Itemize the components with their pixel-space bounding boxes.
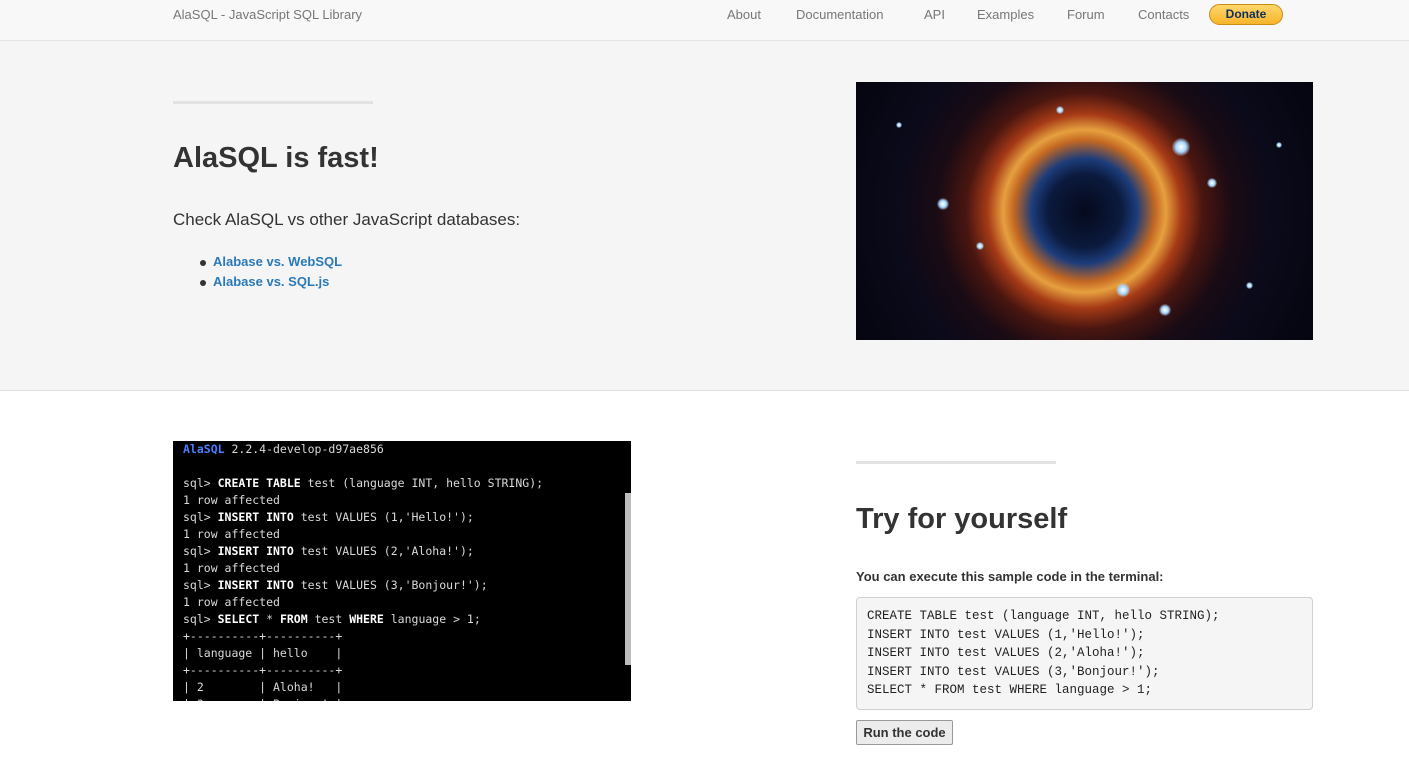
terminal-line: | 2 | Aloha! | xyxy=(183,680,343,694)
terminal-line: sql> INSERT INTO test VALUES (2,'Aloha!'… xyxy=(183,544,474,558)
star xyxy=(1276,142,1282,148)
donate-button[interactable]: Donate xyxy=(1209,4,1283,25)
terminal-line: sql> CREATE TABLE test (language INT, he… xyxy=(183,476,544,490)
terminal-line: sql> INSERT INTO test VALUES (1,'Hello!'… xyxy=(183,510,474,524)
nav-examples[interactable]: Examples xyxy=(977,7,1034,22)
run-code-button[interactable]: Run the code xyxy=(856,720,953,745)
terminal-line: | 3 | Bonjour! | xyxy=(183,696,342,701)
try-hint: You can execute this sample code in the … xyxy=(856,569,1164,584)
star xyxy=(1116,283,1130,297)
section-divider xyxy=(856,461,1056,464)
nav-api[interactable]: API xyxy=(924,7,945,22)
hero-title: AlaSQL is fast! xyxy=(173,142,379,174)
terminal-window: AlaSQL 2.2.4-develop-d97ae856 sql> CREAT… xyxy=(173,441,631,701)
terminal-line: | language | hello | xyxy=(183,646,343,660)
comparison-links: Alabase vs. WebSQL Alabase vs. SQL.js xyxy=(199,252,342,292)
star xyxy=(1172,138,1190,156)
nebula-image xyxy=(856,82,1313,340)
top-navbar: AlaSQL - JavaScript SQL Library About Do… xyxy=(0,0,1409,41)
star xyxy=(976,242,984,250)
star xyxy=(896,122,902,128)
hero-section: AlaSQL is fast! Check AlaSQL vs other Ja… xyxy=(0,41,1409,391)
code-line: INSERT INTO test VALUES (3,'Bonjour!'); xyxy=(867,664,1160,679)
star xyxy=(1207,178,1217,188)
try-title: Try for yourself xyxy=(856,503,1068,535)
link-sqljs[interactable]: Alabase vs. SQL.js xyxy=(199,272,342,292)
star xyxy=(1159,304,1171,316)
section-divider xyxy=(173,101,373,104)
nav-documentation[interactable]: Documentation xyxy=(796,7,883,22)
terminal-line: +----------+----------+ xyxy=(183,629,343,643)
terminal-line: 1 row affected xyxy=(183,527,280,541)
nav-about[interactable]: About xyxy=(727,7,761,22)
nav-contacts[interactable]: Contacts xyxy=(1138,7,1189,22)
terminal-line: +----------+----------+ xyxy=(183,663,343,677)
terminal-scrollbar[interactable] xyxy=(625,493,631,665)
brand-link[interactable]: AlaSQL - JavaScript SQL Library xyxy=(173,7,362,22)
code-line: SELECT * FROM test WHERE language > 1; xyxy=(867,683,1153,697)
star xyxy=(937,198,949,210)
star xyxy=(1056,106,1064,114)
terminal-line: 1 row affected xyxy=(183,595,280,609)
nav-forum[interactable]: Forum xyxy=(1067,7,1105,22)
code-line: INSERT INTO test VALUES (1,'Hello!'); xyxy=(867,627,1145,642)
star xyxy=(1246,282,1253,289)
code-line: INSERT INTO test VALUES (2,'Aloha!'); xyxy=(867,646,1145,660)
terminal-header: AlaSQL 2.2.4-develop-d97ae856 xyxy=(183,442,384,456)
terminal-line: 1 row affected xyxy=(183,493,280,507)
link-websql[interactable]: Alabase vs. WebSQL xyxy=(199,252,342,272)
terminal-line: 1 row affected xyxy=(183,561,280,575)
code-line: CREATE TABLE test (language INT, hello S… xyxy=(867,609,1220,623)
hero-lead: Check AlaSQL vs other JavaScript databas… xyxy=(173,210,521,229)
sample-code-block: CREATE TABLE test (language INT, hello S… xyxy=(856,597,1313,710)
terminal-line: sql> INSERT INTO test VALUES (3,'Bonjour… xyxy=(183,578,488,592)
terminal-line: sql> SELECT * FROM test WHERE language >… xyxy=(183,612,481,626)
